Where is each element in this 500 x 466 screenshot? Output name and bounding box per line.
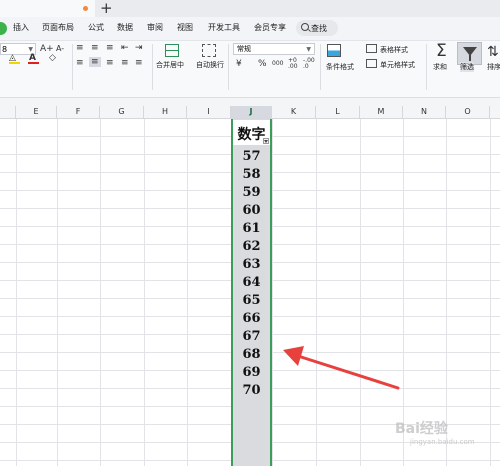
watermark-url: jingyan.baidu.com xyxy=(410,438,475,446)
watermark-logo: Bai经验 xyxy=(395,421,448,437)
annotation-arrow-icon xyxy=(283,346,400,390)
